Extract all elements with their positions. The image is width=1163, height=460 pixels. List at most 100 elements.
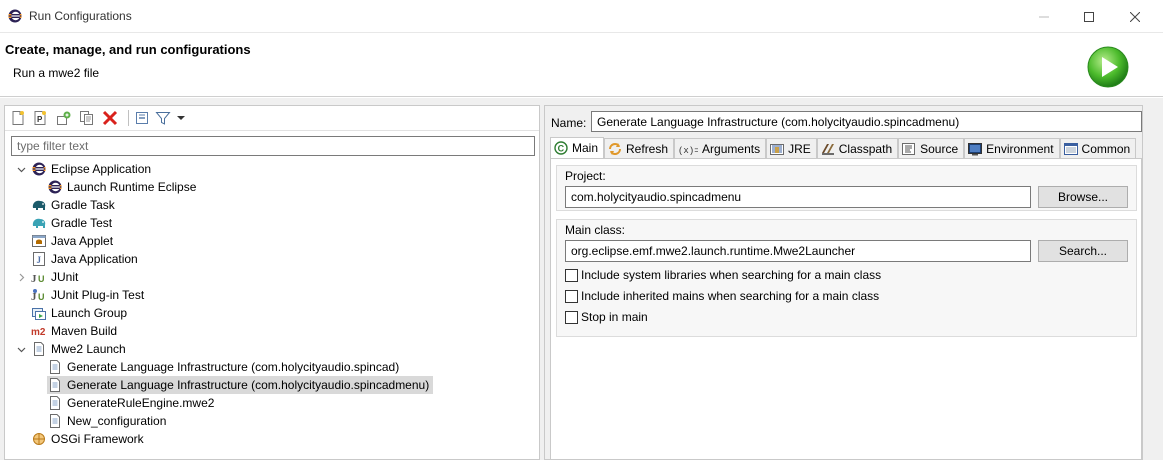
include-system-libraries-checkbox[interactable] [565, 268, 578, 282]
svg-text:U: U [38, 292, 45, 302]
tree-item-maven-build[interactable]: m2 Maven Build [31, 322, 117, 340]
new-configuration-button[interactable] [10, 110, 26, 126]
tab-classpath[interactable]: Classpath [816, 138, 899, 158]
export-button[interactable] [56, 110, 72, 126]
junit-icon: JU [31, 269, 47, 285]
common-icon [1063, 142, 1078, 156]
tab-jre[interactable]: JRE [766, 138, 817, 158]
gradle-test-icon [31, 215, 47, 231]
mwe2-icon [31, 341, 47, 357]
dialog-heading: Create, manage, and run configurations [5, 42, 251, 57]
expand-twisty-icon[interactable] [16, 160, 26, 178]
tab-source[interactable]: Source [898, 138, 965, 158]
browse-button[interactable]: Browse... [1038, 186, 1128, 208]
duplicate-button[interactable] [79, 110, 95, 126]
tree-item-junit[interactable]: JU JUnit [31, 268, 78, 286]
include-inherited-mains-option[interactable]: Include inherited mains when searching f… [565, 288, 879, 304]
tab-label: Classpath [838, 141, 893, 156]
new-prototype-icon: P [34, 111, 46, 125]
junit-plugin-icon: JU [31, 287, 47, 303]
tree-item-label: Generate Language Infrastructure (com.ho… [67, 378, 430, 392]
document-icon [47, 359, 63, 375]
configuration-editor-pane: Name: C Main Refresh (x)= Arguments [544, 105, 1143, 460]
minimize-button[interactable] [1021, 0, 1067, 33]
tab-main[interactable]: C Main [550, 137, 605, 158]
include-inherited-mains-checkbox[interactable] [565, 289, 578, 303]
maximize-icon [1084, 11, 1094, 22]
search-button[interactable]: Search... [1038, 240, 1128, 262]
maven-icon: m2 [31, 323, 47, 339]
gradle-elephant-icon [31, 197, 47, 213]
collapse-all-icon [136, 112, 148, 124]
duplicate-icon [80, 111, 93, 125]
checkbox-label: Stop in main [581, 310, 648, 324]
tab-label: Source [920, 141, 959, 156]
java-applet-icon [31, 233, 47, 249]
stop-in-main-option[interactable]: Stop in main [565, 309, 648, 325]
project-input[interactable] [565, 186, 1031, 208]
svg-text:m2: m2 [31, 327, 46, 338]
checkbox-label: Include inherited mains when searching f… [581, 289, 880, 303]
tab-environment[interactable]: Environment [964, 138, 1060, 158]
tree-item-junit-plugin-test[interactable]: JU JUnit Plug-in Test [31, 286, 144, 304]
delete-button[interactable] [102, 110, 118, 126]
close-button[interactable] [1112, 0, 1158, 33]
tree-item-new-configuration[interactable]: New_configuration [47, 412, 166, 430]
chevron-right-icon [19, 273, 24, 281]
main-class-group: Main class: Search... Include system lib… [556, 219, 1137, 337]
main-class-label: Main class: [565, 223, 626, 237]
tree-item-eclipse-application[interactable]: Eclipse Application [31, 160, 151, 178]
filter-dropdown-button[interactable] [176, 110, 186, 126]
tab-refresh[interactable]: Refresh [604, 138, 675, 158]
name-label: Name: [551, 116, 587, 130]
svg-text:J: J [31, 273, 37, 284]
arguments-icon: (x)= [678, 142, 698, 156]
svg-text:P: P [37, 115, 43, 124]
stop-in-main-checkbox[interactable] [565, 310, 578, 324]
expand-twisty-icon[interactable] [16, 340, 26, 358]
filter-button[interactable] [155, 110, 171, 126]
eclipse-icon [31, 161, 47, 177]
tab-common[interactable]: Common [1059, 138, 1137, 158]
eclipse-logo-icon [8, 9, 22, 23]
classpath-icon [821, 142, 835, 156]
tree-item-label: Launch Runtime Eclipse [67, 180, 197, 194]
new-configuration-icon [12, 111, 24, 125]
tab-label: Refresh [626, 141, 669, 156]
tree-item-java-application[interactable]: J Java Application [31, 250, 138, 268]
chevron-down-icon [17, 347, 25, 352]
tree-item-label: Mwe2 Launch [51, 342, 126, 356]
tree-item-gradle-test[interactable]: Gradle Test [31, 214, 112, 232]
main-tab-panel: Project: Browse... Main class: Search...… [550, 158, 1142, 460]
tree-toolbar: P [5, 106, 539, 131]
tab-label: JRE [788, 141, 811, 156]
main-class-input[interactable] [565, 240, 1031, 262]
tree-item-label: JUnit Plug-in Test [51, 288, 145, 302]
chevron-down-icon [17, 167, 25, 172]
new-prototype-button[interactable]: P [32, 110, 48, 126]
filter-input[interactable] [11, 136, 535, 156]
toolbar-separator [128, 110, 129, 126]
collapse-all-button[interactable] [134, 110, 150, 126]
tree-item-launch-group[interactable]: Launch Group [31, 304, 127, 322]
main-tab-icon: C [554, 141, 568, 155]
expand-twisty-icon[interactable] [16, 268, 26, 286]
tree-item-osgi-framework[interactable]: OSGi Framework [31, 430, 144, 448]
title-bar: Run Configurations [0, 0, 1163, 33]
include-system-libraries-option[interactable]: Include system libraries when searching … [565, 267, 881, 283]
jre-icon [770, 142, 785, 156]
filter-icon [155, 112, 171, 125]
tree-item-generate-spincad[interactable]: Generate Language Infrastructure (com.ho… [47, 358, 399, 376]
tree-item-generate-rule-engine[interactable]: GenerateRuleEngine.mwe2 [47, 394, 214, 412]
tree-item-mwe2-launch[interactable]: Mwe2 Launch [31, 340, 126, 358]
configuration-tree-pane: P type filter text Eclipse Application L… [4, 105, 540, 460]
name-input[interactable] [591, 111, 1142, 132]
tree-item-generate-spincadmenu[interactable]: Generate Language Infrastructure (com.ho… [47, 376, 434, 394]
tree-item-java-applet[interactable]: Java Applet [31, 232, 113, 250]
tab-arguments[interactable]: (x)= Arguments [674, 138, 767, 158]
tree-item-gradle-task[interactable]: Gradle Task [31, 196, 115, 214]
maximize-button[interactable] [1066, 0, 1112, 33]
tree-item-label: Gradle Test [51, 216, 113, 230]
project-label: Project: [565, 169, 606, 183]
tree-item-launch-runtime-eclipse[interactable]: Launch Runtime Eclipse [47, 178, 196, 196]
